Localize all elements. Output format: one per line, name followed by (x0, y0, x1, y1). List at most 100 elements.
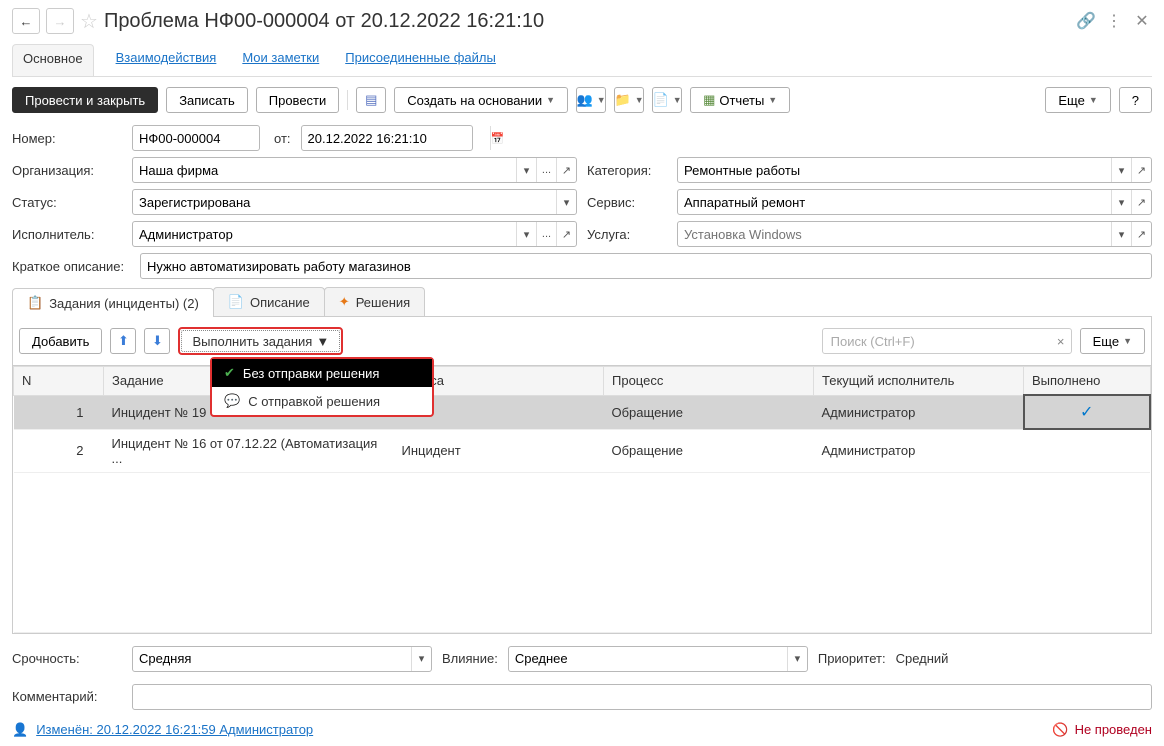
favorite-star-icon[interactable]: ☆ (80, 9, 98, 34)
category-field[interactable]: ▾↗ (677, 157, 1152, 183)
org-field[interactable]: ▾...↗ (132, 157, 577, 183)
usluga-label: Услуга: (587, 227, 667, 242)
tab-description[interactable]: 📄 Описание (213, 287, 325, 316)
tab-solutions[interactable]: ✦ Решения (324, 287, 425, 316)
tab-tasks[interactable]: 📋Задания (инциденты) (2) (12, 288, 214, 317)
people-button[interactable]: 👥▼ (576, 87, 606, 113)
menu-item-no-send[interactable]: ✔Без отправки решения (212, 359, 432, 387)
post-button[interactable]: Провести (256, 87, 340, 113)
open-icon[interactable]: ↗ (556, 158, 576, 182)
add-button[interactable]: Добавить (19, 328, 102, 354)
comment-label: Комментарий: (12, 689, 122, 704)
table-row[interactable]: 2 Инцидент № 16 от 07.12.22 (Автоматизац… (14, 429, 1151, 472)
service-field[interactable]: ▾↗ (677, 189, 1152, 215)
doc-button[interactable]: 📄▼ (652, 87, 682, 113)
inner-more-button[interactable]: Еще▼ (1080, 328, 1145, 354)
urgency-field[interactable]: ▾ (132, 646, 432, 672)
number-field[interactable] (132, 125, 260, 151)
kebab-menu-icon[interactable]: ⋮ (1104, 11, 1124, 31)
tab-solutions-label: Решения (356, 295, 410, 310)
col-process[interactable]: Процесс (604, 367, 814, 396)
back-button[interactable]: ← (12, 8, 40, 34)
influence-label: Влияние: (442, 651, 498, 666)
ellipsis-icon[interactable]: ... (536, 158, 556, 182)
move-down-button[interactable]: ⬇ (144, 328, 170, 354)
move-up-button[interactable]: ⬆ (110, 328, 136, 354)
post-and-close-button[interactable]: Провести и закрыть (12, 87, 158, 113)
status-field[interactable]: ▾ (132, 189, 577, 215)
tab-files[interactable]: Присоединенные файлы (341, 44, 500, 76)
cell-done[interactable]: ✓ (1024, 395, 1151, 429)
dropdown-icon[interactable]: ▾ (516, 158, 536, 182)
ellipsis-icon[interactable]: ... (536, 222, 556, 246)
list-icon-button[interactable]: ▤ (356, 87, 386, 113)
comment-field[interactable] (132, 684, 1152, 710)
open-icon[interactable]: ↗ (1131, 222, 1151, 246)
usluga-field[interactable]: ▾↗ (677, 221, 1152, 247)
execute-tasks-menu: ✔Без отправки решения 💬С отправкой решен… (210, 357, 434, 417)
create-based-button[interactable]: Создать на основании▼ (394, 87, 568, 113)
link-icon[interactable]: 🔗 (1076, 11, 1096, 31)
divider (347, 90, 348, 110)
calendar-icon[interactable]: 📅 (490, 126, 505, 150)
tab-interactions[interactable]: Взаимодействия (112, 44, 221, 76)
report-icon: ▦ (703, 92, 715, 108)
dropdown-icon[interactable]: ▾ (1111, 222, 1131, 246)
dropdown-icon[interactable]: ▾ (1111, 190, 1131, 214)
cell-n: 1 (14, 395, 104, 429)
influence-field[interactable]: ▾ (508, 646, 808, 672)
open-icon[interactable]: ↗ (556, 222, 576, 246)
dropdown-icon[interactable]: ▾ (787, 647, 807, 671)
table-row[interactable]: 1 Инцидент № 19 ент Обращение Администра… (14, 395, 1151, 429)
page-title: Проблема НФ00-000004 от 20.12.2022 16:21… (104, 10, 544, 33)
folder-button[interactable]: 📁▼ (614, 87, 644, 113)
open-icon[interactable]: ↗ (1131, 190, 1151, 214)
date-label: от: (274, 131, 291, 146)
cell-process: Обращение (604, 395, 814, 429)
forward-button[interactable]: → (46, 8, 74, 34)
doc-icon: 📄 (228, 294, 244, 310)
changed-link[interactable]: Изменён: 20.12.2022 16:21:59 Администрат… (36, 722, 313, 737)
close-icon[interactable]: ✕ (1132, 11, 1152, 31)
col-done[interactable]: Выполнено (1024, 367, 1151, 396)
executor-field[interactable]: ▾...↗ (132, 221, 577, 247)
warning-icon: 🚫 (1052, 722, 1068, 738)
category-label: Категория: (587, 163, 667, 178)
menu-item-with-send[interactable]: 💬С отправкой решения (212, 387, 432, 415)
execute-tasks-button[interactable]: Выполнить задания▼ (178, 327, 343, 355)
reports-button[interactable]: ▦Отчеты▼ (690, 87, 790, 113)
dropdown-icon[interactable]: ▾ (411, 647, 431, 671)
reports-label: Отчеты (719, 93, 764, 108)
list-icon: 📋 (27, 295, 43, 311)
tab-main[interactable]: Основное (12, 44, 94, 76)
desc-label: Краткое описание: (12, 259, 130, 274)
status-label: Статус: (12, 195, 122, 210)
tab-description-label: Описание (250, 295, 310, 310)
dropdown-icon[interactable]: ▾ (516, 222, 536, 246)
open-icon[interactable]: ↗ (1131, 158, 1151, 182)
tab-notes[interactable]: Мои заметки (238, 44, 323, 76)
col-n[interactable]: N (14, 367, 104, 396)
cell-exec: Администратор (814, 395, 1024, 429)
empty-area (14, 472, 1151, 632)
help-button[interactable]: ? (1119, 87, 1152, 113)
clear-search-icon[interactable]: × (1051, 334, 1071, 349)
more-button[interactable]: Еще▼ (1045, 87, 1110, 113)
menu-with-send-label: С отправкой решения (248, 394, 380, 409)
not-posted-label: Не проведен (1075, 722, 1152, 737)
dropdown-icon[interactable]: ▾ (556, 190, 576, 214)
service-label: Сервис: (587, 195, 667, 210)
desc-field[interactable] (140, 253, 1152, 279)
cell-done[interactable] (1024, 429, 1151, 472)
cell-exec: Администратор (814, 429, 1024, 472)
dropdown-icon[interactable]: ▾ (1111, 158, 1131, 182)
urgency-label: Срочность: (12, 651, 122, 666)
tasks-table: N Задание оцесса Процесс Текущий исполни… (13, 366, 1151, 633)
date-field[interactable]: 📅 (301, 125, 473, 151)
search-input[interactable]: × (822, 328, 1072, 354)
cell-proc-type: Инцидент (394, 429, 604, 472)
write-button[interactable]: Записать (166, 87, 248, 113)
star-icon: ✦ (339, 294, 350, 310)
col-exec[interactable]: Текущий исполнитель (814, 367, 1024, 396)
executor-label: Исполнитель: (12, 227, 122, 242)
